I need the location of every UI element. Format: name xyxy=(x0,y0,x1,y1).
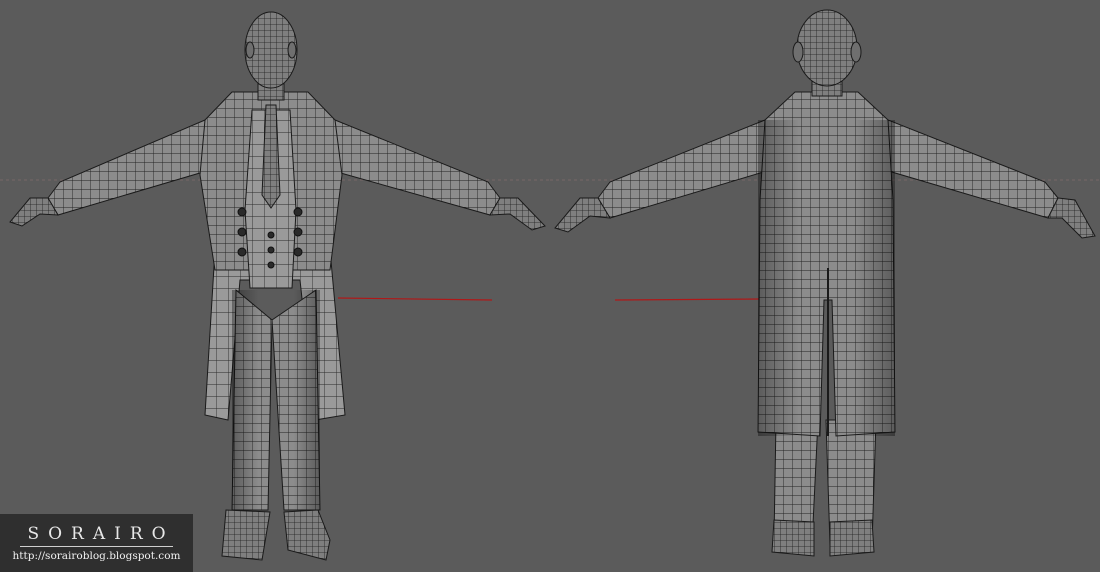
front-right-arm xyxy=(329,119,501,216)
scene-canvas xyxy=(0,9,1100,561)
back-right-shoe xyxy=(829,519,875,557)
back-right-arm xyxy=(884,119,1059,219)
front-left-shoe xyxy=(221,509,271,561)
back-view-model xyxy=(554,9,1096,557)
axis-guide-back xyxy=(614,298,763,301)
3d-viewport[interactable]: SORAIRO http://sorairoblog.blogspot.com xyxy=(0,0,1100,572)
front-left-arm xyxy=(47,119,211,216)
front-right-shoe xyxy=(283,509,331,561)
front-right-hand xyxy=(489,197,546,231)
watermark-title: SORAIRO xyxy=(27,524,175,544)
front-view-model xyxy=(9,11,546,561)
back-right-hand xyxy=(1047,197,1096,239)
watermark-url: http://sorairoblog.blogspot.com xyxy=(12,550,181,562)
axis-guide-front xyxy=(337,297,493,301)
watermark: SORAIRO http://sorairoblog.blogspot.com xyxy=(0,514,193,572)
back-head xyxy=(796,9,858,87)
back-left-arm xyxy=(597,119,771,219)
front-left-hand xyxy=(9,197,59,227)
back-left-shoe xyxy=(771,519,815,557)
watermark-divider xyxy=(20,546,173,547)
